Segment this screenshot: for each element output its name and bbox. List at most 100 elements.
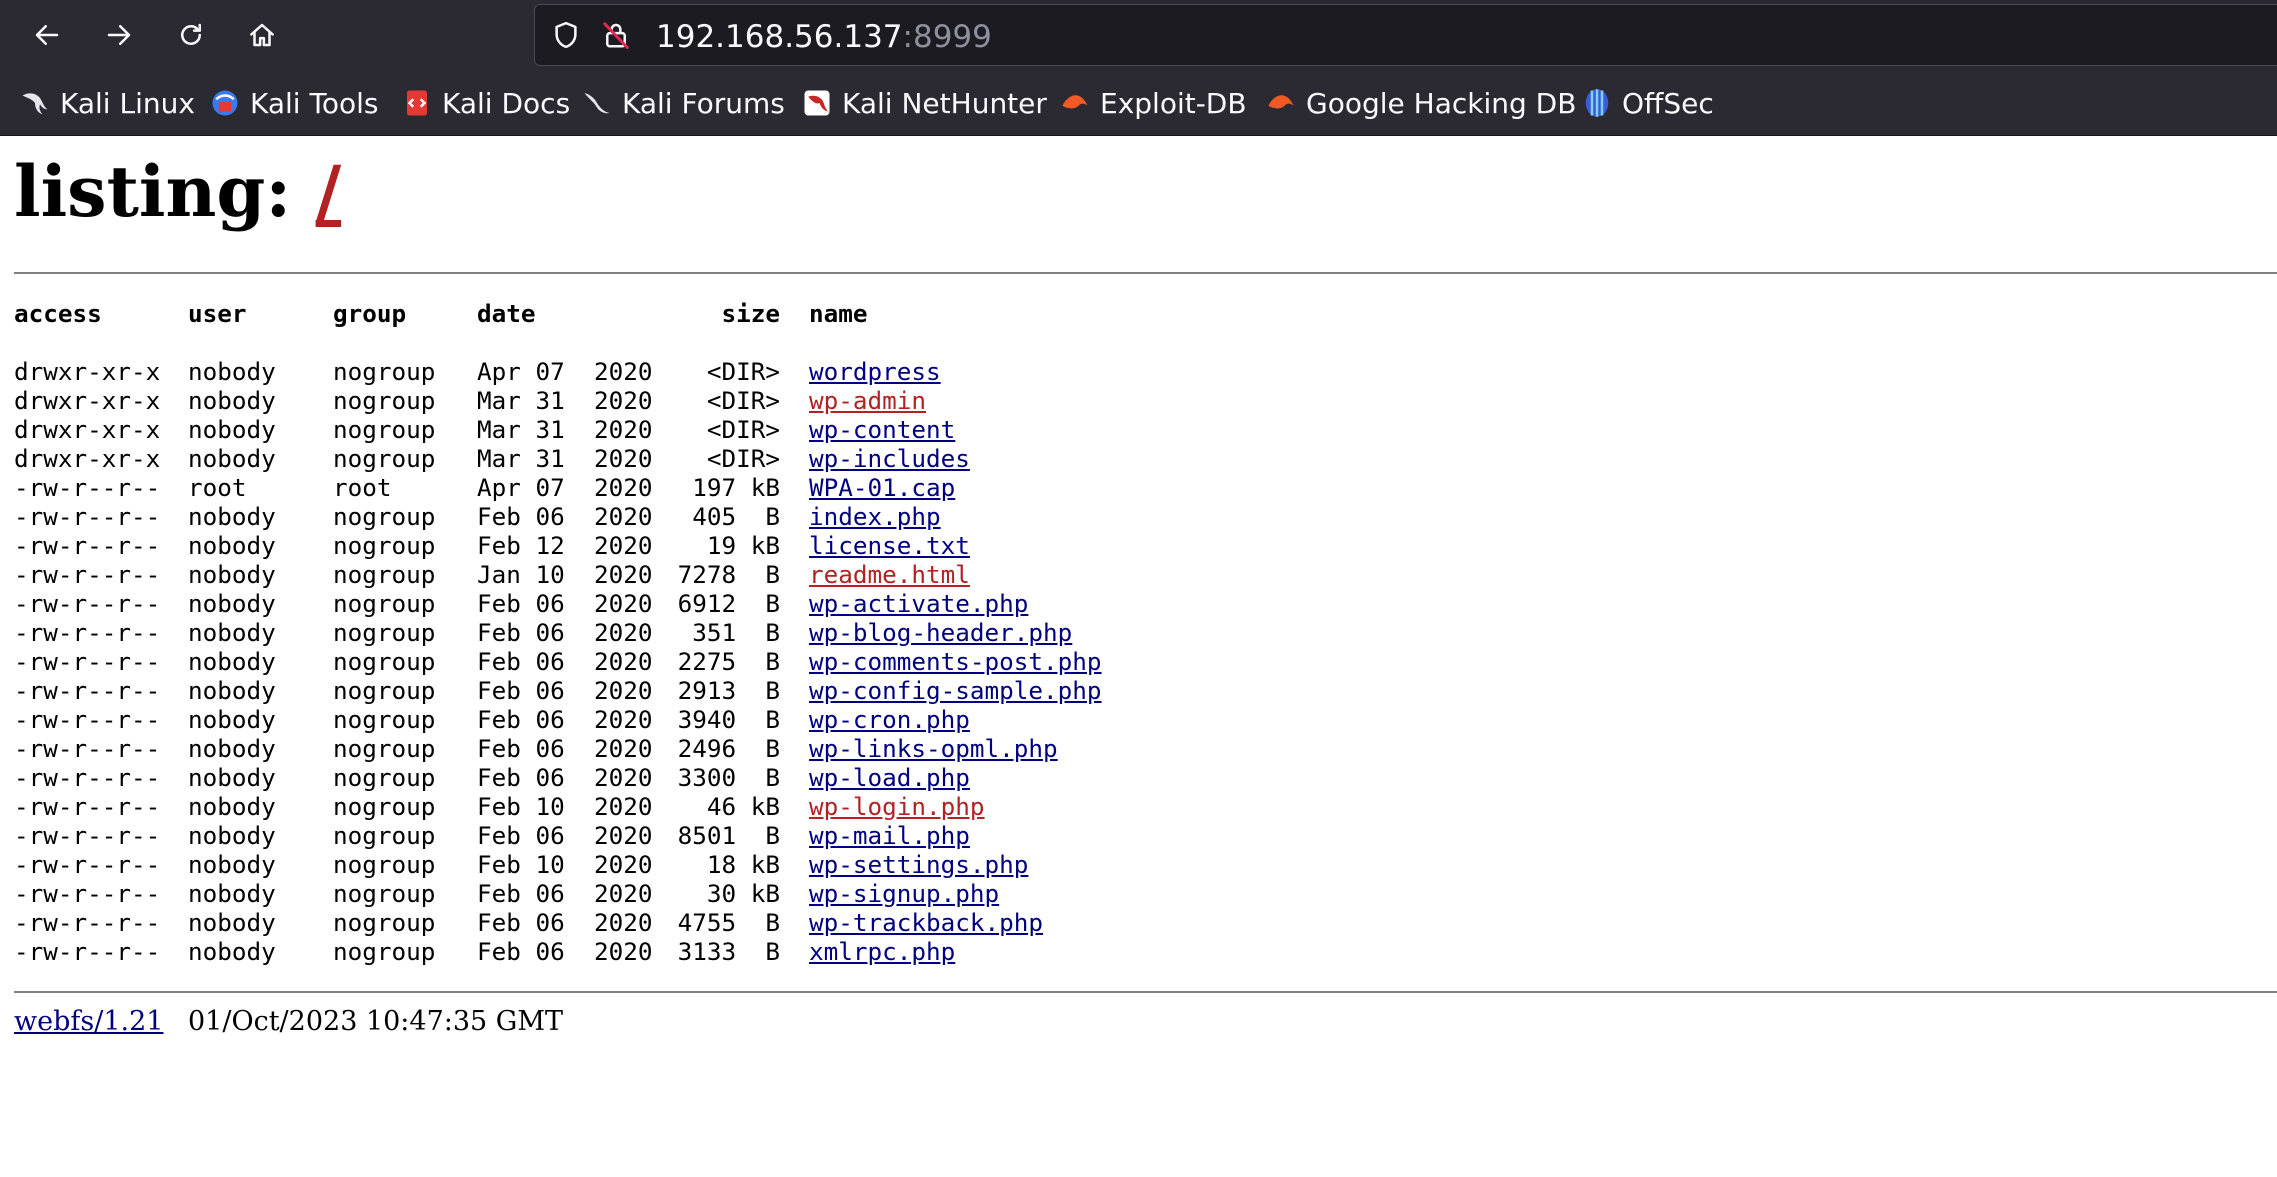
arrow-left-icon — [35, 25, 59, 45]
cell-user: root — [188, 473, 247, 502]
bookmark-label: Kali NetHunter — [842, 86, 1047, 120]
cell-group: nogroup — [333, 502, 436, 531]
file-link[interactable]: license.txt — [809, 531, 970, 560]
cell-group: nogroup — [333, 908, 436, 937]
kali-dragon-icon — [22, 93, 48, 115]
url-port: :8999 — [902, 19, 992, 55]
exploit-db-icon — [1062, 95, 1088, 109]
page-title-prefix: listing: — [14, 150, 316, 233]
file-link[interactable]: wp-admin — [809, 386, 926, 415]
cell-group: nogroup — [333, 647, 436, 676]
cell-user: nobody — [188, 560, 276, 589]
file-link[interactable]: wp-login.php — [809, 792, 985, 821]
cell-user: nobody — [188, 734, 276, 763]
kali-nethunter-icon — [804, 90, 830, 116]
file-link[interactable]: readme.html — [809, 560, 970, 589]
cell-date: Apr 07 2020 — [477, 473, 653, 502]
bookmark-offsec[interactable]: OffSec — [1582, 81, 1714, 125]
cell-size: 405 B — [692, 502, 780, 531]
bookmark-kali-tools[interactable]: Kali Tools — [210, 81, 378, 125]
bookmark-kali-nethunter[interactable]: Kali NetHunter — [802, 81, 1047, 125]
cell-size: <DIR> — [706, 444, 780, 473]
reload-button[interactable] — [168, 12, 214, 58]
cell-group: nogroup — [333, 705, 436, 734]
file-link[interactable]: wp-signup.php — [809, 879, 999, 908]
server-version-link[interactable]: webfs/1.21 — [14, 1006, 163, 1037]
bookmark-kali-forums[interactable]: Kali Forums — [582, 81, 785, 125]
file-link[interactable]: index.php — [809, 502, 941, 531]
cell-date: Apr 07 2020 — [477, 357, 653, 386]
arrow-right-icon — [107, 25, 131, 45]
file-link[interactable]: xmlrpc.php — [809, 937, 955, 966]
file-link[interactable]: wp-blog-header.php — [809, 618, 1072, 647]
cell-date: Feb 06 2020 — [477, 763, 653, 792]
cell-date: Mar 31 2020 — [477, 444, 653, 473]
cell-group: nogroup — [333, 937, 436, 966]
cell-size: 8501 B — [677, 821, 780, 850]
cell-access: -rw-r--r-- — [14, 502, 161, 531]
cell-access: drwxr-xr-x — [14, 444, 161, 473]
cell-group: nogroup — [333, 589, 436, 618]
file-link[interactable]: wp-content — [809, 415, 955, 444]
cell-user: nobody — [188, 647, 276, 676]
cell-size: 197 kB — [692, 473, 780, 502]
cell-date: Feb 12 2020 — [477, 531, 653, 560]
cell-group: nogroup — [333, 444, 436, 473]
browser-toolbar: 192.168.56.137:8999 — [0, 0, 2277, 71]
cell-access: -rw-r--r-- — [14, 879, 161, 908]
cell-group: nogroup — [333, 386, 436, 415]
cell-date: Feb 06 2020 — [477, 821, 653, 850]
shield-icon[interactable] — [551, 20, 581, 50]
file-link[interactable]: wp-config-sample.php — [809, 676, 1102, 705]
cell-access: -rw-r--r-- — [14, 618, 161, 647]
bookmark-exploit-db[interactable]: Exploit-DB — [1060, 81, 1247, 125]
cell-user: nobody — [188, 908, 276, 937]
cell-size: 4755 B — [677, 908, 780, 937]
cell-date: Feb 06 2020 — [477, 589, 653, 618]
cell-group: nogroup — [333, 618, 436, 647]
file-link[interactable]: wp-settings.php — [809, 850, 1028, 879]
bookmark-google-hacking-db[interactable]: Google Hacking DB — [1266, 81, 1576, 125]
home-button[interactable] — [239, 12, 285, 58]
cell-date: Feb 06 2020 — [477, 908, 653, 937]
bookmark-kali-linux[interactable]: Kali Linux — [20, 81, 195, 125]
file-link[interactable]: wp-comments-post.php — [809, 647, 1102, 676]
insecure-lock-icon[interactable] — [601, 20, 631, 50]
file-link[interactable]: WPA-01.cap — [809, 473, 955, 502]
cell-date: Feb 06 2020 — [477, 647, 653, 676]
url-host: 192.168.56.137 — [656, 19, 903, 55]
file-link[interactable]: wp-activate.php — [809, 589, 1028, 618]
cell-user: nobody — [188, 937, 276, 966]
cell-date: Jan 10 2020 — [477, 560, 653, 589]
file-link[interactable]: wp-load.php — [809, 763, 970, 792]
cell-group: nogroup — [333, 531, 436, 560]
file-link[interactable]: wp-links-opml.php — [809, 734, 1058, 763]
back-button[interactable] — [24, 12, 70, 58]
file-link[interactable]: wordpress — [809, 357, 941, 386]
root-path-link[interactable]: / — [316, 150, 342, 233]
cell-size: 19 kB — [706, 531, 780, 560]
file-link[interactable]: wp-includes — [809, 444, 970, 473]
cell-size: <DIR> — [706, 357, 780, 386]
forward-button[interactable] — [96, 12, 142, 58]
footer-timestamp: 01/Oct/2023 10:47:35 GMT — [188, 1006, 564, 1037]
cell-group: nogroup — [333, 792, 436, 821]
cell-access: -rw-r--r-- — [14, 734, 161, 763]
bookmark-kali-docs[interactable]: Kali Docs — [402, 81, 570, 125]
cell-group: nogroup — [333, 676, 436, 705]
bookmark-label: Kali Docs — [442, 86, 571, 120]
cell-size: 18 kB — [706, 850, 780, 879]
cell-access: -rw-r--r-- — [14, 908, 161, 937]
cell-group: nogroup — [333, 734, 436, 763]
cell-group: nogroup — [333, 850, 436, 879]
column-header-name: name — [809, 299, 868, 328]
url-text[interactable]: 192.168.56.137:8999 — [656, 19, 992, 55]
cell-user: nobody — [188, 821, 276, 850]
cell-date: Feb 06 2020 — [477, 502, 653, 531]
file-link[interactable]: wp-cron.php — [809, 705, 970, 734]
file-link[interactable]: wp-mail.php — [809, 821, 970, 850]
cell-user: nobody — [188, 850, 276, 879]
url-bar[interactable]: 192.168.56.137:8999 — [534, 4, 2277, 66]
column-header-user: user — [188, 299, 247, 328]
file-link[interactable]: wp-trackback.php — [809, 908, 1043, 937]
